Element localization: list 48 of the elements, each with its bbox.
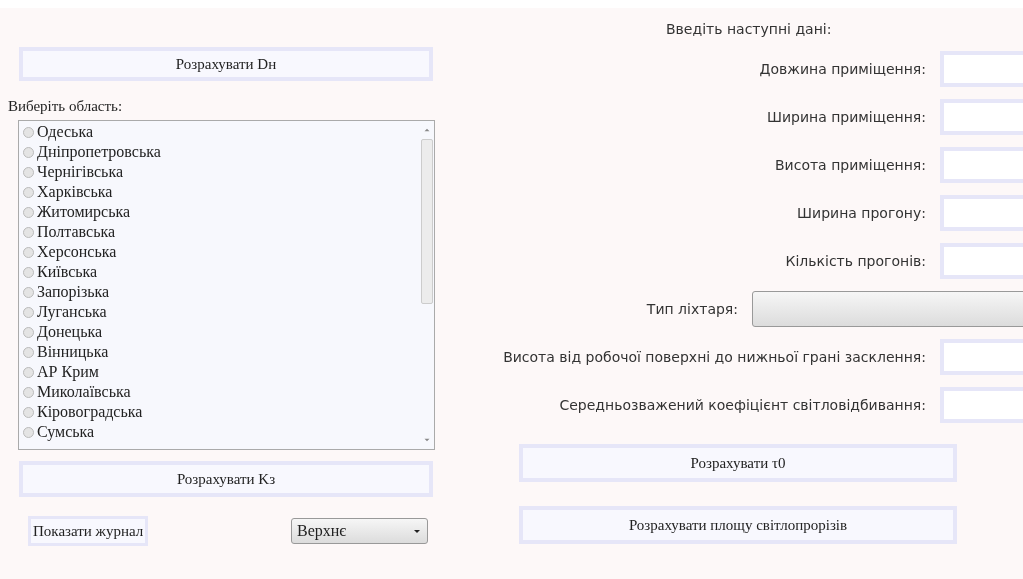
region-name: Миколаївська bbox=[37, 382, 131, 402]
region-name: Київська bbox=[37, 262, 98, 282]
region-name: Полтавська bbox=[37, 222, 116, 242]
field-label: Висота приміщення: bbox=[775, 157, 926, 173]
region-option[interactable]: Чернігівська bbox=[23, 162, 416, 182]
region-name: Вінницька bbox=[37, 342, 109, 362]
field-label: Тип ліхтаря: bbox=[646, 301, 738, 317]
field-label: Довжина приміщення: bbox=[759, 61, 926, 77]
region-option[interactable]: Дніпропетровська bbox=[23, 142, 416, 162]
region-name: Чернігівська bbox=[37, 162, 123, 182]
region-name: Донецька bbox=[37, 322, 103, 342]
region-option[interactable]: Одеська bbox=[23, 122, 416, 142]
region-option[interactable]: Херсонська bbox=[23, 242, 416, 262]
field-label: Висота від робочої поверхні до нижньої грані засклення: bbox=[503, 349, 926, 365]
region-option[interactable]: Вінницька bbox=[23, 342, 416, 362]
region-option[interactable]: Луганська bbox=[23, 302, 416, 322]
region-name: Харківська bbox=[37, 182, 113, 202]
region-name: Херсонська bbox=[37, 242, 117, 262]
field-label: Середньозважений коефіцієнт світловідбивання: bbox=[559, 397, 926, 413]
region-name: Одеська bbox=[37, 122, 93, 142]
region-option[interactable]: Житомирська bbox=[23, 202, 416, 222]
position-dropdown[interactable]: Верхнє bbox=[291, 518, 428, 544]
region-name: Сумська bbox=[37, 422, 95, 442]
region-name: Луганська bbox=[37, 302, 107, 322]
field-label: Ширина прогону: bbox=[797, 205, 926, 221]
region-option[interactable]: Кіровоградська bbox=[23, 402, 416, 422]
region-option[interactable]: Полтавська bbox=[23, 222, 416, 242]
show-log-button[interactable]: Показати журнал bbox=[28, 516, 149, 546]
region-name: Дніпропетровська bbox=[37, 142, 161, 162]
region-option[interactable]: Миколаївська bbox=[23, 382, 416, 402]
region-option[interactable]: Донецька bbox=[23, 322, 416, 342]
region-option[interactable]: Харківська bbox=[23, 182, 416, 202]
form-heading: Введіть наступні дані: bbox=[666, 21, 832, 37]
calculate-button[interactable]: Розрахувати площу світлопрорізів bbox=[519, 506, 957, 544]
region-label: Виберіть область: bbox=[8, 98, 124, 115]
region-option[interactable]: Сумська bbox=[23, 422, 416, 442]
region-option[interactable]: АР Крим bbox=[23, 362, 416, 382]
region-name: Кіровоградська bbox=[37, 402, 143, 422]
calculate-button[interactable]: Розрахувати Dн bbox=[19, 47, 433, 81]
field-label: Кількість прогонів: bbox=[785, 253, 926, 269]
region-name: АР Крим bbox=[37, 362, 99, 382]
field-label: Ширина приміщення: bbox=[766, 109, 926, 125]
region-option[interactable]: Київська bbox=[23, 262, 416, 282]
region-option[interactable]: Запорізька bbox=[23, 282, 416, 302]
calculate-button[interactable]: Розрахувати Kз bbox=[19, 461, 433, 497]
region-name: Запорізька bbox=[37, 282, 110, 302]
calculate-button[interactable]: Розрахувати τ0 bbox=[519, 444, 957, 482]
region-name: Житомирська bbox=[37, 202, 131, 222]
